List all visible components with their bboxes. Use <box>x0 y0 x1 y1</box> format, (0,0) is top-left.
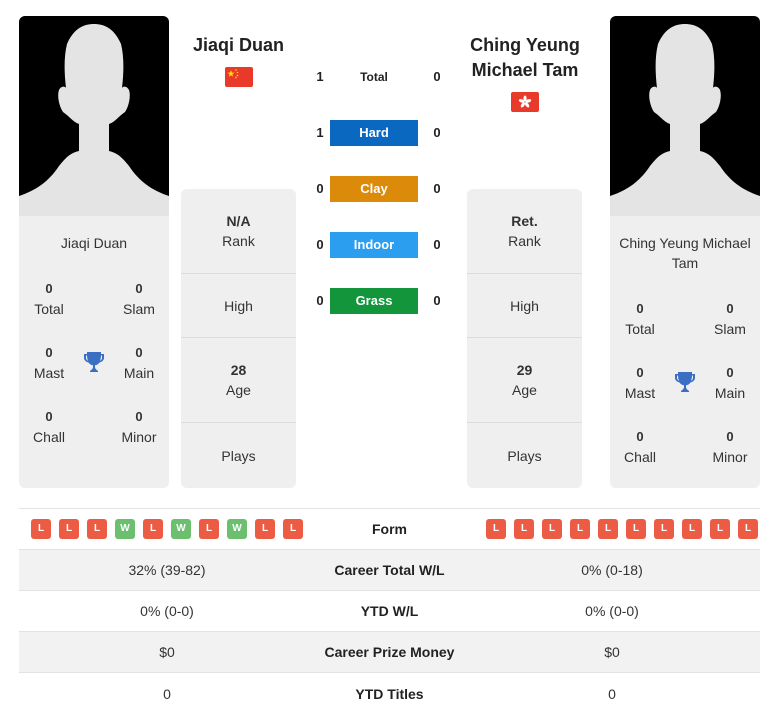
form-win-badge[interactable]: W <box>171 519 191 539</box>
player2-form: LLLLLLLLLL <box>464 519 760 539</box>
player1-career-wl: 32% (39-82) <box>128 562 206 578</box>
player2-titles-slam: 0 Slam <box>714 301 746 337</box>
form-loss-badge[interactable]: L <box>199 519 219 539</box>
h2h-row-indoor: 0 Indoor 0 <box>305 232 445 258</box>
player1-info-card: N/A Rank High 28 Age Plays <box>181 189 296 488</box>
form-loss-badge[interactable]: L <box>514 519 534 539</box>
player2-titles-minor: 0 Minor <box>712 429 748 465</box>
career-wl-label: Career Total W/L <box>334 562 445 578</box>
h2h-row-total: 1 Total 0 <box>305 64 445 90</box>
table-row: 0 YTD Titles 0 <box>19 673 760 714</box>
h2h-indoor-player1-wins: 0 <box>316 237 324 252</box>
surface-label-grass: Grass <box>330 288 418 314</box>
form-loss-badge[interactable]: L <box>31 519 51 539</box>
player2-ytd-wl: 0% (0-0) <box>585 603 639 619</box>
form-loss-badge[interactable]: L <box>486 519 506 539</box>
surface-label-clay: Clay <box>330 176 418 202</box>
player1-plays: Plays <box>221 447 256 464</box>
form-win-badge[interactable]: W <box>227 519 247 539</box>
china-flag-icon <box>225 67 253 87</box>
table-row: 32% (39-82) Career Total W/L 0% (0-18) <box>19 550 760 591</box>
player1-prize-money: $0 <box>159 644 175 660</box>
player2-plays: Plays <box>507 447 542 464</box>
player2-career-wl: 0% (0-18) <box>581 562 643 578</box>
form-loss-badge[interactable]: L <box>570 519 590 539</box>
player2-titles-mast: 0 Mast <box>624 365 656 401</box>
player2-name-link[interactable]: Ching Yeung Michael Tam <box>465 33 585 83</box>
form-label: Form <box>372 521 407 537</box>
ytd-titles-label: YTD Titles <box>355 685 424 702</box>
h2h-row-grass: 0 Grass 0 <box>305 288 445 314</box>
player1-titles-total: 0 Total <box>34 281 64 317</box>
player2-rank: Ret. Rank <box>467 189 582 274</box>
table-row: $0 Career Prize Money $0 <box>19 632 760 673</box>
h2h-hard-player2-wins: 0 <box>433 125 441 140</box>
form-row: LLLWLWLWLL Form LLLLLLLLLL <box>19 509 760 550</box>
player2-info-card: Ret. Rank High 29 Age Plays <box>467 189 582 488</box>
table-row: 0% (0-0) YTD W/L 0% (0-0) <box>19 591 760 632</box>
surface-label-indoor: Indoor <box>330 232 418 258</box>
player2-card-name: Ching Yeung Michael Tam <box>619 235 751 271</box>
player2-photo <box>610 16 760 216</box>
player1-titles-main: 0 Main <box>123 345 155 381</box>
h2h-hard-player1-wins: 1 <box>316 125 324 140</box>
h2h-total-player1-wins: 1 <box>316 69 324 84</box>
form-loss-badge[interactable]: L <box>283 519 303 539</box>
player1-high: High <box>181 274 296 338</box>
form-loss-badge[interactable]: L <box>542 519 562 539</box>
h2h-row-hard: 1 Hard 0 <box>305 120 445 146</box>
player1-titles-minor: 0 Minor <box>121 409 157 445</box>
player2-silhouette-icon <box>610 24 760 216</box>
player1-profile-card: Jiaqi Duan 0 Total 0 Slam 0 Mast 0 Main 0 Cha… <box>19 16 169 488</box>
trophy-icon <box>673 370 697 394</box>
form-win-badge[interactable]: W <box>115 519 135 539</box>
ytd-wl-label: YTD W/L <box>360 603 419 619</box>
form-loss-badge[interactable]: L <box>682 519 702 539</box>
hong-kong-flag-icon <box>511 92 539 112</box>
player1-age: 28 Age <box>181 338 296 423</box>
player2-age: 29 Age <box>467 338 582 423</box>
player1-titles-grid: 0 Total 0 Slam 0 Mast 0 Main 0 Chall 0 Minor <box>19 267 169 467</box>
stats-table: LLLWLWLWLL Form LLLLLLLLLL 32% (39-82) C… <box>19 508 760 714</box>
trophy-icon <box>82 350 106 374</box>
form-loss-badge[interactable]: L <box>255 519 275 539</box>
player1-titles-mast: 0 Mast <box>33 345 65 381</box>
surface-label-hard: Hard <box>330 120 418 146</box>
h2h-indoor-player2-wins: 0 <box>433 237 441 252</box>
form-loss-badge[interactable]: L <box>626 519 646 539</box>
h2h-clay-player2-wins: 0 <box>433 181 441 196</box>
player1-silhouette-icon <box>19 24 169 216</box>
surface-label-total: Total <box>360 70 388 84</box>
player2-titles-main: 0 Main <box>714 365 746 401</box>
form-loss-badge[interactable]: L <box>143 519 163 539</box>
form-loss-badge[interactable]: L <box>738 519 758 539</box>
player1-rank: N/A Rank <box>181 189 296 274</box>
player1-form: LLLWLWLWLL <box>19 519 315 539</box>
h2h-grass-player1-wins: 0 <box>316 293 324 308</box>
form-loss-badge[interactable]: L <box>87 519 107 539</box>
h2h-row-clay: 0 Clay 0 <box>305 176 445 202</box>
player1-photo <box>19 16 169 216</box>
player1-ytd-wl: 0% (0-0) <box>140 603 194 619</box>
player1-titles-chall: 0 Chall <box>33 409 65 445</box>
player2-ytd-titles: 0 <box>608 685 616 702</box>
h2h-total-player2-wins: 0 <box>433 69 441 84</box>
h2h-clay-player1-wins: 0 <box>316 181 324 196</box>
player1-ytd-titles: 0 <box>163 685 171 702</box>
player1-card-name: Jiaqi Duan <box>60 235 128 251</box>
player2-titles-grid: 0 Total 0 Slam 0 Mast 0 Main 0 Chall 0 Minor <box>610 287 760 467</box>
player1-titles-slam: 0 Slam <box>123 281 155 317</box>
prize-money-label: Career Prize Money <box>324 644 455 660</box>
player2-profile-card: Ching Yeung Michael Tam 0 Total 0 Slam 0 Ma… <box>610 16 760 488</box>
player2-prize-money: $0 <box>604 644 620 660</box>
player2-titles-chall: 0 Chall <box>624 429 656 465</box>
form-loss-badge[interactable]: L <box>598 519 618 539</box>
form-loss-badge[interactable]: L <box>59 519 79 539</box>
form-loss-badge[interactable]: L <box>654 519 674 539</box>
player2-high: High <box>467 274 582 338</box>
player1-name-link[interactable]: Jiaqi Duan <box>180 33 297 58</box>
form-loss-badge[interactable]: L <box>710 519 730 539</box>
h2h-grass-player2-wins: 0 <box>433 293 441 308</box>
player2-titles-total: 0 Total <box>625 301 655 337</box>
